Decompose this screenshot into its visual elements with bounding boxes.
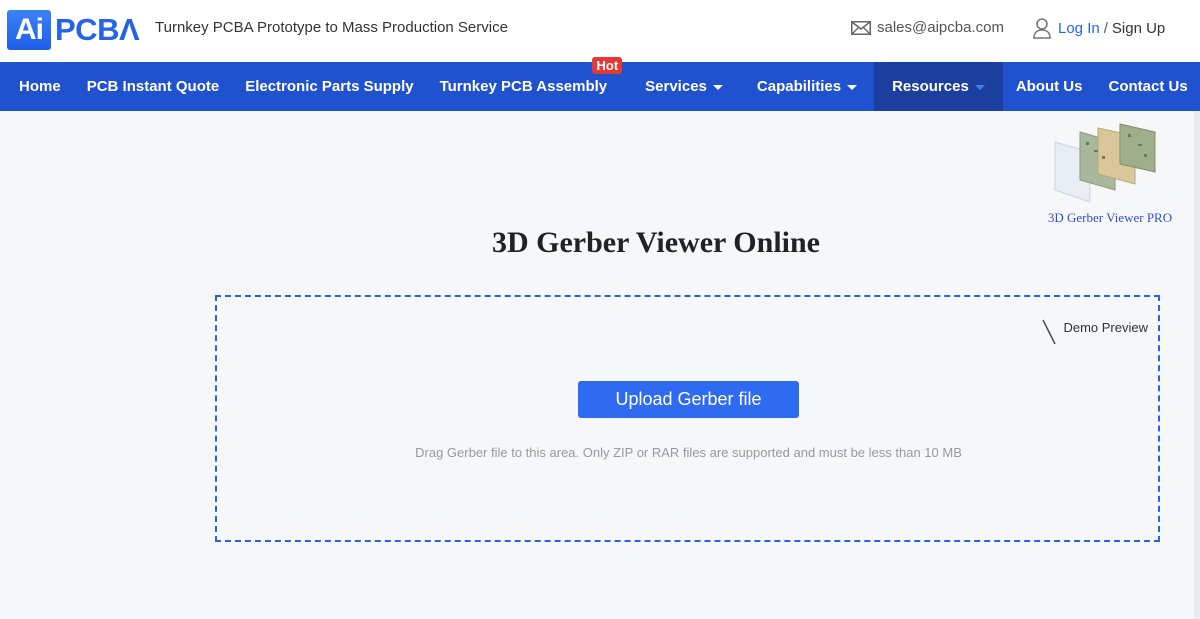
nav-home[interactable]: Home [0, 62, 74, 111]
nav-contact-us[interactable]: Contact Us [1095, 62, 1200, 111]
nav-label: Resources [892, 78, 969, 95]
scrollbar[interactable] [1194, 111, 1200, 619]
user-icon [1033, 18, 1051, 39]
upload-gerber-button[interactable]: Upload Gerber file [578, 381, 799, 418]
caret-down-icon [712, 85, 723, 90]
upload-hint: Drag Gerber file to this area. Only ZIP … [415, 445, 962, 460]
account-links: Log In / Sign Up [1032, 17, 1165, 39]
email-contact[interactable]: sales@aipcba.com [851, 19, 1004, 36]
nav-label: Services [645, 78, 707, 95]
logo-wordmark: PCBΛ [55, 12, 140, 47]
nav-label: Electronic Parts Supply [245, 78, 414, 95]
gerber-dropzone[interactable]: Demo Preview Upload Gerber file Drag Ger… [215, 295, 1160, 542]
gerber-viewer-pro-link[interactable]: 3D Gerber Viewer PRO [1040, 122, 1180, 226]
top-header: Ai PCBΛ Turnkey PCBA Prototype to Mass P… [0, 0, 1200, 62]
demo-preview-link[interactable]: Demo Preview [1041, 309, 1148, 345]
hot-badge: Hot [592, 57, 623, 74]
nav-label: Home [19, 78, 61, 95]
login-link[interactable]: Log In [1058, 20, 1100, 37]
nav-resources[interactable]: Resources [874, 62, 1003, 111]
pro-label: 3D Gerber Viewer PRO [1047, 210, 1173, 225]
nav-about-us[interactable]: About Us [1003, 62, 1096, 111]
pcb-layers-image [1054, 123, 1156, 202]
page-title: 3D Gerber Viewer Online [491, 226, 820, 259]
nav-label: Contact Us [1108, 78, 1188, 95]
main-nav: Home PCB Instant Quote Electronic Parts … [0, 57, 1200, 111]
envelope-icon [851, 20, 871, 35]
slash-icon [1042, 319, 1057, 345]
separator: / [1103, 19, 1108, 37]
nav-label: PCB Instant Quote [86, 78, 220, 95]
nav-label: Capabilities [756, 78, 842, 95]
nav-label: About Us [1015, 78, 1083, 95]
nav-pcb-instant-quote[interactable]: PCB Instant Quote [74, 62, 233, 111]
nav-services[interactable]: Services [632, 62, 736, 111]
nav-capabilities[interactable]: Capabilities [744, 62, 870, 111]
tagline: Turnkey PCBA Prototype to Mass Productio… [155, 19, 508, 36]
logo-ai-mark: Ai [7, 10, 51, 50]
nav-turnkey-pcb-assembly[interactable]: Turnkey PCB Assembly Hot [427, 57, 623, 111]
nav-label: Turnkey PCB Assembly [439, 78, 608, 95]
demo-preview-label: Demo Preview [1063, 319, 1148, 335]
email-link[interactable]: sales@aipcba.com [877, 19, 1004, 36]
caret-down-icon [847, 85, 858, 90]
nav-electronic-parts-supply[interactable]: Electronic Parts Supply [232, 62, 426, 111]
logo[interactable]: Ai PCBΛ [7, 10, 140, 50]
signup-link[interactable]: Sign Up [1112, 20, 1165, 37]
caret-down-icon [974, 85, 985, 90]
